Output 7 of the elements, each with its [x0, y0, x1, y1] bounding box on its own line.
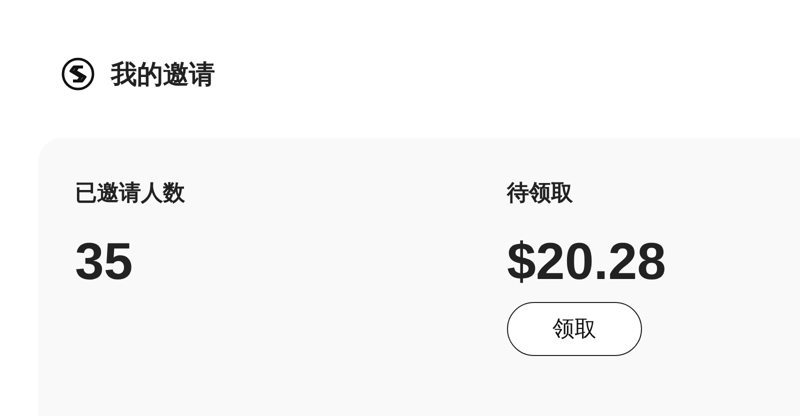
- claim-button[interactable]: 领取: [507, 302, 642, 356]
- coin-icon: [61, 57, 95, 91]
- stat-value: 35: [75, 232, 133, 293]
- section-title: 我的邀请: [111, 58, 215, 92]
- stat-label: 待领取: [507, 180, 573, 208]
- stat-value: $20.28: [507, 232, 666, 293]
- stat-label: 已邀请人数: [75, 180, 185, 208]
